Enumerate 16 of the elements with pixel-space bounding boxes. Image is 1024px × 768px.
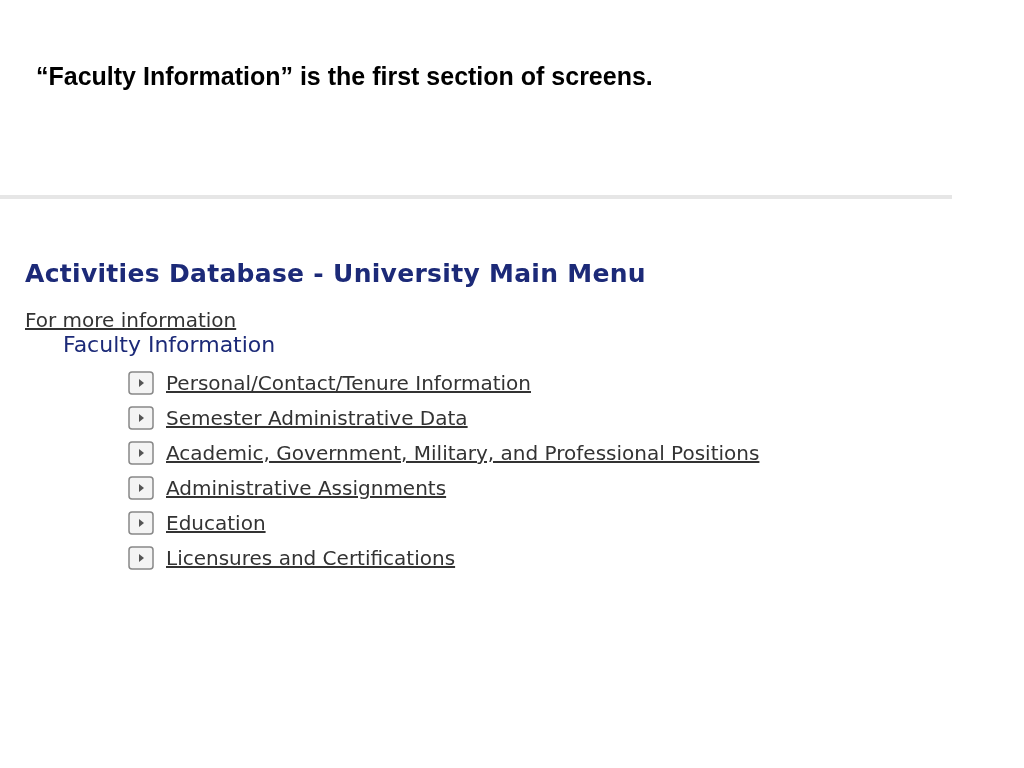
slide-caption: “Faculty Information” is the first section of screens. <box>36 62 653 91</box>
arrow-button-icon[interactable] <box>128 406 154 430</box>
section-heading: Faculty Information <box>63 332 276 357</box>
arrow-button-icon[interactable] <box>128 476 154 500</box>
menu-link[interactable]: Licensures and Certifications <box>166 546 456 570</box>
arrow-button-icon[interactable] <box>128 511 154 535</box>
info-link[interactable]: For more information <box>25 308 237 332</box>
arrow-button-icon[interactable] <box>128 546 154 570</box>
menu-link[interactable]: Personal/Contact/Tenure Information <box>166 371 531 395</box>
menu-link[interactable]: Semester Administrative Data <box>166 406 468 430</box>
menu-link[interactable]: Academic, Government, Military, and Professional Positions <box>166 441 760 465</box>
arrow-button-icon[interactable] <box>128 371 154 395</box>
arrow-button-icon[interactable] <box>128 441 154 465</box>
page-title: Activities Database - University Main Menu <box>25 259 646 288</box>
menu-link[interactable]: Education <box>166 511 266 535</box>
menu-link[interactable]: Administrative Assignments <box>166 476 447 500</box>
